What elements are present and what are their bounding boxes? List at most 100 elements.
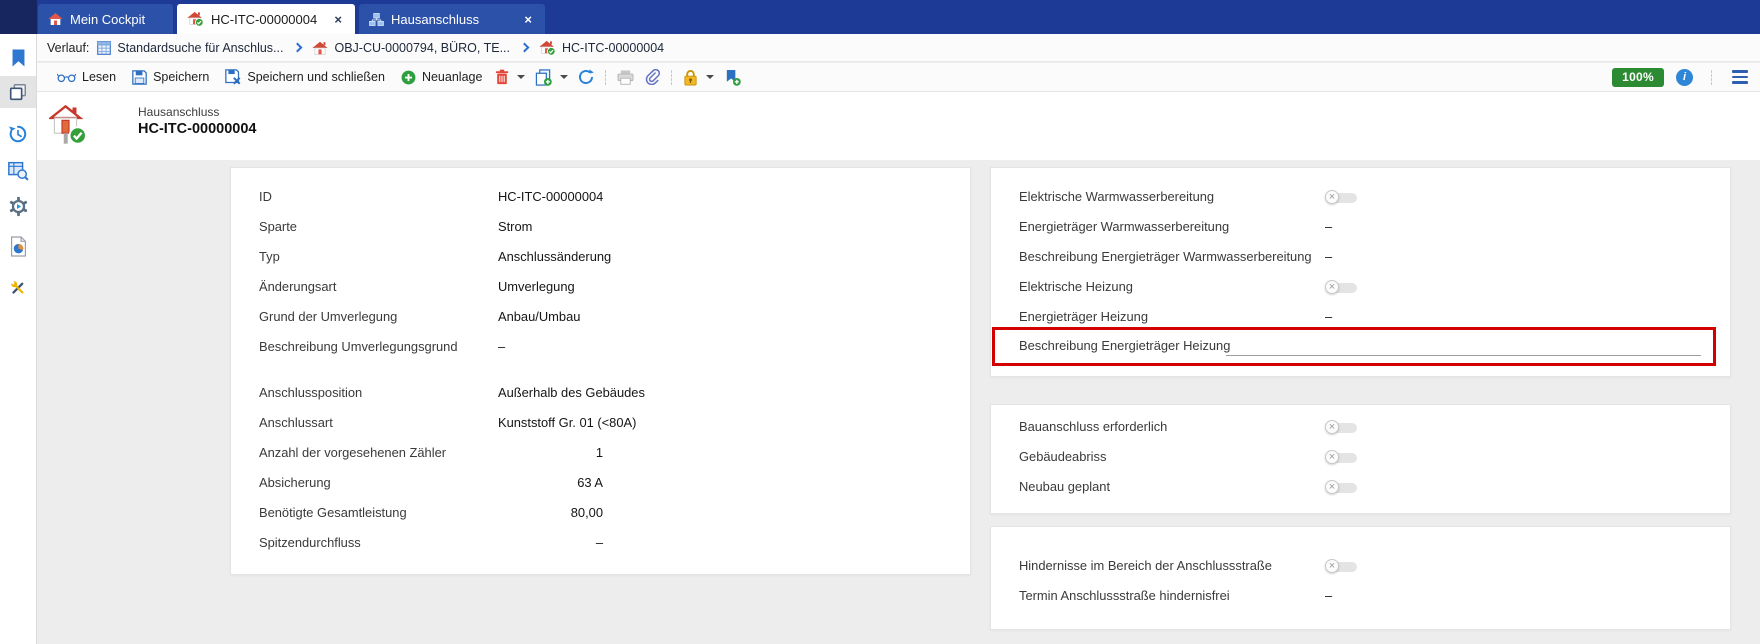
bookmark-icon bbox=[10, 48, 27, 68]
house-check-icon bbox=[539, 40, 556, 56]
add-icon bbox=[401, 70, 416, 85]
sidebar-item-history[interactable] bbox=[0, 118, 36, 150]
panel-anschluss-details: ID HC-ITC-00000004 Sparte Strom Typ Ansc… bbox=[230, 167, 971, 575]
field-value: – bbox=[498, 332, 505, 362]
save-and-close-button[interactable]: Speichern und schließen bbox=[217, 64, 393, 90]
tab-label: Mein Cockpit bbox=[70, 12, 145, 27]
field-row-anzahl-zaehler: Anzahl der vorgesehenen Zähler 1 bbox=[231, 438, 970, 468]
breadcrumb-prefix: Verlauf: bbox=[47, 41, 89, 55]
toggle-gebaeudeabriss[interactable] bbox=[1325, 450, 1359, 465]
bookmark-add-button[interactable] bbox=[719, 64, 746, 90]
save-close-icon bbox=[225, 69, 241, 85]
field-row-beschreibung-umverlegungsgrund: Beschreibung Umverlegungsgrund – bbox=[231, 332, 970, 362]
toggle-neubau-geplant[interactable] bbox=[1325, 480, 1359, 495]
attachment-button[interactable] bbox=[639, 64, 665, 90]
field-value: – bbox=[1325, 242, 1332, 272]
new-record-button[interactable]: Neuanlage bbox=[393, 64, 490, 90]
field-value: Strom bbox=[498, 212, 532, 242]
paperclip-icon bbox=[644, 69, 660, 85]
tab-label: Hausanschluss bbox=[391, 12, 479, 27]
page-title: HC-ITC-00000004 bbox=[138, 121, 256, 137]
toggle-elektrische-heizung[interactable] bbox=[1325, 280, 1359, 295]
field-row-elektrische-heizung: Elektrische Heizung bbox=[991, 272, 1730, 302]
field-row-grund-der-umverlegung: Grund der Umverlegung Anbau/Umbau bbox=[231, 302, 970, 332]
breadcrumb: Verlauf: Standardsuche für Anschlus... O… bbox=[37, 34, 1760, 62]
field-value: – bbox=[1325, 581, 1332, 611]
lock-dropdown-caret[interactable] bbox=[706, 75, 714, 79]
toggle-off-icon bbox=[1325, 280, 1339, 294]
sidebar-item-search[interactable] bbox=[0, 154, 36, 186]
breadcrumb-item-obj[interactable]: OBJ-CU-0000794, BÜRO, TE... bbox=[312, 41, 510, 55]
copy-plus-icon bbox=[535, 69, 552, 86]
stacked-windows-icon bbox=[8, 82, 28, 102]
delete-button[interactable] bbox=[490, 64, 530, 90]
sidebar-item-reports[interactable] bbox=[0, 230, 36, 262]
toggle-off-icon bbox=[1325, 420, 1339, 434]
field-row-absicherung: Absicherung 63 A bbox=[231, 468, 970, 498]
field-value: – bbox=[1325, 212, 1332, 242]
highlight-box: Beschreibung Energieträger Heizung bbox=[992, 327, 1716, 366]
chevron-right-icon bbox=[293, 43, 303, 53]
group-spacer bbox=[231, 362, 970, 378]
panel-bau: Bauanschluss erforderlich Gebäudeabriss … bbox=[990, 404, 1731, 514]
sidebar-item-bookmarks[interactable] bbox=[0, 42, 36, 74]
panel-anschlussstrasse: Hindernisse im Bereich der Anschlussstra… bbox=[990, 526, 1731, 630]
copy-dropdown-caret[interactable] bbox=[560, 75, 568, 79]
field-value: Anschlussänderung bbox=[498, 242, 611, 272]
sidebar-item-tools[interactable] bbox=[0, 272, 36, 304]
field-row-bauanschluss-erforderlich: Bauanschluss erforderlich bbox=[991, 412, 1730, 442]
menu-icon[interactable] bbox=[1730, 68, 1750, 85]
lock-button[interactable] bbox=[678, 64, 719, 90]
sidebar-item-windows[interactable] bbox=[0, 76, 36, 108]
toggle-off-icon bbox=[1325, 190, 1339, 204]
tab-hausanschluss[interactable]: Hausanschluss bbox=[359, 4, 545, 34]
field-value: Kunststoff Gr. 01 (<80A) bbox=[498, 408, 636, 438]
field-row-elektrische-warmwasserbereitung: Elektrische Warmwasserbereitung bbox=[991, 182, 1730, 212]
breadcrumb-item-standardsuche[interactable]: Standardsuche für Anschlus... bbox=[97, 41, 283, 55]
save-button[interactable]: Speichern bbox=[124, 64, 217, 90]
field-row-anschlussart: Anschlussart Kunststoff Gr. 01 (<80A) bbox=[231, 408, 970, 438]
sidebar bbox=[0, 34, 37, 644]
zoom-level-badge[interactable]: 100% bbox=[1612, 68, 1664, 87]
close-icon[interactable] bbox=[331, 11, 345, 28]
copy-record-button[interactable] bbox=[530, 64, 573, 90]
home-icon bbox=[48, 12, 63, 26]
save-icon bbox=[132, 70, 147, 85]
toggle-off-icon bbox=[1325, 559, 1339, 573]
field-row-spitzendurchfluss: Spitzendurchfluss – bbox=[231, 528, 970, 558]
tab-mein-cockpit[interactable]: Mein Cockpit bbox=[38, 4, 173, 34]
field-row-neubau-geplant: Neubau geplant bbox=[991, 472, 1730, 502]
beschreibung-energietraeger-heizung-input[interactable] bbox=[1226, 355, 1701, 356]
close-icon[interactable] bbox=[521, 11, 535, 28]
toggle-bauanschluss-erforderlich[interactable] bbox=[1325, 420, 1359, 435]
field-row-sparte: Sparte Strom bbox=[231, 212, 970, 242]
tab-hc-itc-00000004[interactable]: HC-ITC-00000004 bbox=[177, 4, 355, 34]
trash-icon bbox=[495, 69, 509, 85]
info-icon[interactable] bbox=[1676, 69, 1693, 86]
field-row-hindernisse-anschlussstrasse: Hindernisse im Bereich der Anschlussstra… bbox=[991, 551, 1730, 581]
field-value: Umverlegung bbox=[498, 272, 575, 302]
sitemap-icon bbox=[369, 13, 384, 26]
refresh-button[interactable] bbox=[573, 64, 599, 90]
toggle-hindernisse-anschlussstrasse[interactable] bbox=[1325, 559, 1359, 574]
lock-icon bbox=[683, 69, 698, 86]
field-row-beschreibung-energietraeger-warmwasserbereitung: Beschreibung Energieträger Warmwasserber… bbox=[991, 242, 1730, 272]
read-button[interactable]: Lesen bbox=[49, 64, 124, 90]
toggle-elektrische-warmwasserbereitung[interactable] bbox=[1325, 190, 1359, 205]
toggle-off-icon bbox=[1325, 480, 1339, 494]
printer-icon bbox=[617, 70, 634, 85]
record-type-label: Hausanschluss bbox=[138, 105, 219, 119]
sidebar-item-processes[interactable] bbox=[0, 190, 36, 222]
delete-dropdown-caret[interactable] bbox=[517, 75, 525, 79]
field-value: HC-ITC-00000004 bbox=[498, 182, 603, 212]
tab-label: HC-ITC-00000004 bbox=[211, 12, 317, 27]
breadcrumb-item-hc-itc[interactable]: HC-ITC-00000004 bbox=[539, 40, 664, 56]
print-button[interactable] bbox=[612, 64, 639, 90]
house-check-icon bbox=[187, 11, 204, 27]
top-tab-bar: Mein Cockpit HC-ITC-00000004 Hausanschlu… bbox=[0, 0, 1760, 34]
field-value: 1 bbox=[498, 438, 603, 468]
panel-energie: Elektrische Warmwasserbereitung Energiet… bbox=[990, 167, 1731, 377]
refresh-icon bbox=[578, 69, 594, 85]
field-row-id: ID HC-ITC-00000004 bbox=[231, 182, 970, 212]
toolbar-separator bbox=[671, 70, 672, 85]
